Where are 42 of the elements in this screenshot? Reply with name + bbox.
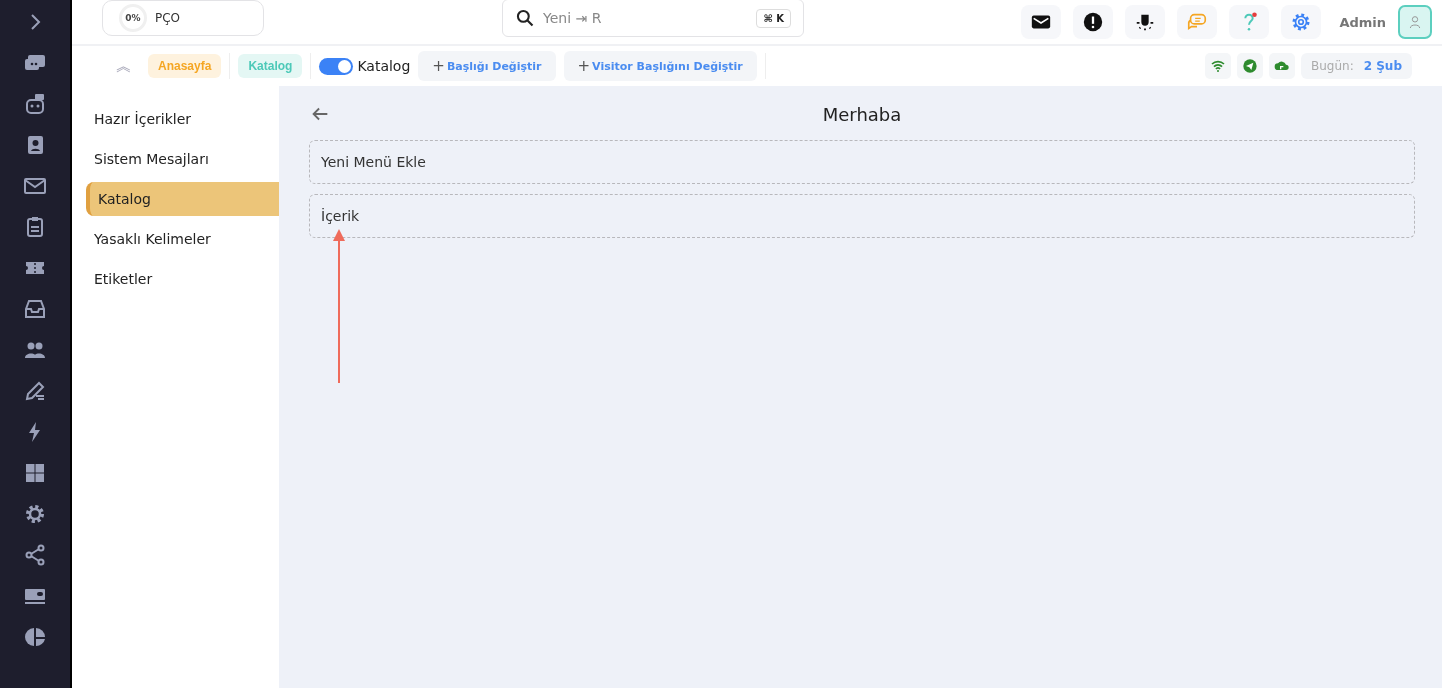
wifi-icon	[1209, 58, 1226, 74]
chat-bubbles-icon	[1186, 11, 1209, 33]
action-button[interactable]: +Visitor Başlığını Değiştir	[563, 51, 757, 81]
action-button[interactable]: +Başlığı Değiştir	[418, 51, 556, 81]
pie-chart-icon[interactable]	[23, 625, 47, 649]
menu-item[interactable]: Yasaklı Kelimeler	[86, 222, 279, 256]
toggle-switch[interactable]: Katalog	[319, 57, 411, 75]
user-name: Admin	[1339, 14, 1386, 30]
menu-item[interactable]: Katalog	[86, 182, 279, 216]
page-title: Merhaba	[821, 103, 903, 125]
lightbulb-button[interactable]	[1125, 5, 1166, 39]
plus-icon: +	[432, 57, 445, 75]
date-value: 2 Şub	[1363, 59, 1402, 73]
pencil-icon[interactable]	[23, 379, 47, 403]
inbox-icon[interactable]	[23, 297, 47, 321]
wifi-button[interactable]	[1204, 53, 1231, 79]
menu-row[interactable]: İçerik	[309, 194, 1415, 238]
cloud-button[interactable]	[1268, 53, 1295, 79]
paper-plane-icon	[1241, 58, 1258, 74]
plus-icon: +	[577, 57, 591, 75]
shortcut-key: ⌘ K	[756, 8, 791, 28]
menu-item[interactable]: Sistem Mesajları	[86, 142, 279, 176]
paper-plane-button[interactable]	[1236, 53, 1263, 79]
mail-button[interactable]	[1021, 5, 1062, 39]
progress-reading: 0%	[125, 13, 141, 23]
user-icon	[1407, 14, 1423, 30]
alert-button[interactable]	[1073, 5, 1114, 39]
action-label: Visitor Başlığını Değiştir	[592, 59, 743, 73]
settings-button[interactable]	[1281, 5, 1322, 39]
date-label: Bugün:	[1310, 59, 1354, 73]
share-icon[interactable]	[23, 543, 47, 567]
search-icon	[515, 8, 535, 28]
progress-label: PÇO	[155, 11, 181, 25]
menu-item[interactable]: Etiketler	[86, 262, 279, 296]
settings-icon[interactable]	[23, 502, 47, 526]
alert-icon	[1082, 11, 1105, 33]
robot-icon[interactable]	[23, 92, 47, 116]
menu-item[interactable]: Hazır İçerikler	[86, 102, 279, 136]
toggle-label: Katalog	[357, 58, 411, 74]
menu-row[interactable]: Yeni Menü Ekle	[309, 140, 1415, 184]
action-label: Başlığı Değiştir	[446, 59, 542, 73]
grid-icon[interactable]	[23, 461, 47, 485]
